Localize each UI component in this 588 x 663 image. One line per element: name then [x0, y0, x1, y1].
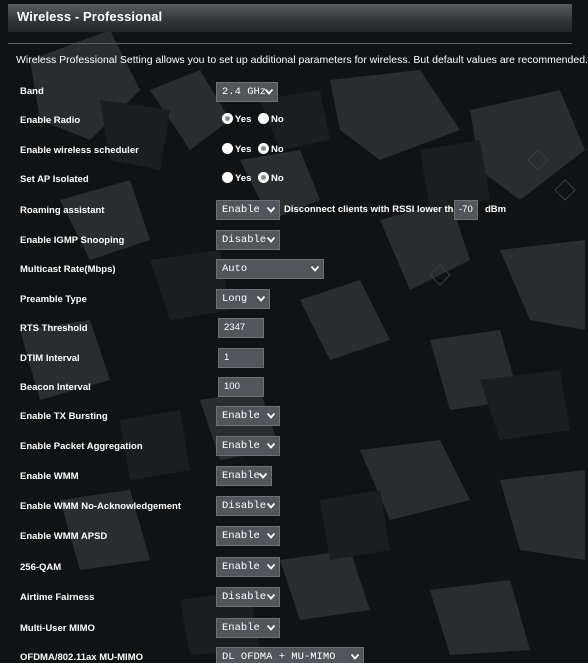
- band-label: Band: [20, 86, 44, 97]
- roaming-assistant-select[interactable]: Enable: [216, 200, 280, 220]
- enable-radio-no-text: No: [271, 114, 284, 125]
- chevron-down-icon: [351, 654, 359, 660]
- mu-mimo-select-value: Enable: [222, 622, 260, 634]
- rssi-input[interactable]: -70: [454, 200, 478, 220]
- igmp-snooping-label: Enable IGMP Snooping: [20, 235, 125, 246]
- chevron-down-icon: [267, 443, 275, 449]
- ofdma-select-value: DL OFDMA + MU-MIMO: [222, 651, 336, 663]
- wireless-scheduler-label: Enable wireless scheduler: [20, 145, 139, 156]
- chevron-down-icon: [267, 237, 275, 243]
- chevron-down-icon: [311, 266, 319, 272]
- qam256-select[interactable]: Enable: [216, 557, 280, 577]
- multicast-rate-select[interactable]: Auto: [216, 259, 324, 279]
- wmm-no-ack-select-value: Disable: [222, 500, 267, 512]
- chevron-down-icon: [267, 625, 275, 631]
- preamble-type-select[interactable]: Long: [216, 289, 270, 309]
- chevron-down-icon: [267, 564, 275, 570]
- wireless-scheduler-options: Yes No: [222, 143, 288, 157]
- chevron-down-icon: [267, 533, 275, 539]
- wmm-no-ack-select[interactable]: Disable: [216, 496, 280, 516]
- settings-content: Wireless - Professional Wireless Profess…: [0, 0, 588, 663]
- ap-isolated-options: Yes No: [222, 172, 288, 186]
- ap-isolated-yes-text: Yes: [235, 173, 252, 184]
- beacon-interval-label: Beacon Interval: [20, 382, 91, 393]
- ap-isolated-no-text: No: [271, 173, 284, 184]
- rts-threshold-input[interactable]: 2347: [218, 318, 264, 338]
- ofdma-label: OFDMA/802.11ax MU-MIMO: [20, 652, 143, 663]
- wireless-scheduler-no-radio[interactable]: [258, 143, 270, 154]
- wireless-scheduler-yes-text: Yes: [235, 144, 252, 155]
- qam256-label: 256-QAM: [20, 562, 62, 573]
- igmp-snooping-select[interactable]: Disable: [216, 230, 280, 250]
- wireless-scheduler-no-text: No: [271, 144, 284, 155]
- airtime-fairness-select-value: Disable: [222, 591, 267, 603]
- mu-mimo-select[interactable]: Enable: [216, 618, 280, 638]
- multicast-rate-select-value: Auto: [222, 263, 248, 275]
- ap-isolated-yes-radio[interactable]: [222, 172, 233, 183]
- band-select-value: 2.4 GHz: [222, 86, 267, 98]
- packet-aggregation-select-value: Enable: [222, 440, 260, 452]
- rts-threshold-label: RTS Threshold: [20, 323, 88, 334]
- title-divider: [8, 43, 572, 44]
- enable-radio-yes-text: Yes: [235, 114, 252, 125]
- chevron-down-icon: [267, 594, 275, 600]
- tx-bursting-select[interactable]: Enable: [216, 406, 280, 426]
- igmp-snooping-select-value: Disable: [222, 234, 267, 246]
- airtime-fairness-select[interactable]: Disable: [216, 587, 280, 607]
- beacon-interval-input[interactable]: 100: [218, 377, 264, 397]
- wireless-professional-panel: Wireless - Professional Wireless Profess…: [0, 0, 588, 663]
- band-select[interactable]: 2.4 GHz: [216, 82, 278, 102]
- wmm-label: Enable WMM: [20, 471, 79, 482]
- qam256-select-value: Enable: [222, 561, 260, 573]
- ap-isolated-no-radio[interactable]: [258, 172, 270, 183]
- wmm-select[interactable]: Enable: [216, 466, 272, 486]
- roaming-assistant-label: Roaming assistant: [20, 205, 105, 216]
- packet-aggregation-label: Enable Packet Aggregation: [20, 441, 143, 452]
- chevron-down-icon: [257, 296, 265, 302]
- wmm-apsd-select[interactable]: Enable: [216, 526, 280, 546]
- preamble-type-label: Preamble Type: [20, 294, 87, 305]
- preamble-type-select-value: Long: [222, 293, 248, 305]
- chevron-down-icon: [259, 473, 267, 479]
- tx-bursting-label: Enable TX Bursting: [20, 411, 108, 422]
- ap-isolated-label: Set AP Isolated: [20, 174, 89, 185]
- wmm-no-ack-label: Enable WMM No-Acknowledgement: [20, 501, 181, 512]
- tx-bursting-select-value: Enable: [222, 410, 260, 422]
- wmm-select-value: Enable: [222, 470, 260, 482]
- enable-radio-yes-radio[interactable]: [222, 113, 233, 124]
- enable-radio-no-radio[interactable]: [258, 113, 270, 124]
- mu-mimo-label: Multi-User MIMO: [20, 623, 95, 634]
- enable-radio-options: Yes No: [222, 113, 288, 127]
- airtime-fairness-label: Airtime Fairness: [20, 592, 95, 603]
- page-title: Wireless - Professional: [8, 4, 572, 32]
- roaming-assistant-select-value: Enable: [222, 204, 260, 216]
- dtim-interval-input[interactable]: 1: [218, 348, 264, 368]
- wireless-scheduler-yes-radio[interactable]: [222, 143, 233, 154]
- chevron-down-icon: [267, 503, 275, 509]
- enable-radio-label: Enable Radio: [20, 115, 81, 126]
- page-description: Wireless Professional Setting allows you…: [16, 54, 588, 66]
- dtim-interval-label: DTIM Interval: [20, 353, 80, 364]
- ofdma-select[interactable]: DL OFDMA + MU-MIMO: [216, 647, 364, 663]
- rssi-unit: dBm: [485, 204, 507, 215]
- rssi-description: Disconnect clients with RSSI lower than …: [284, 204, 471, 215]
- packet-aggregation-select[interactable]: Enable: [216, 436, 280, 456]
- wmm-apsd-select-value: Enable: [222, 530, 260, 542]
- chevron-down-icon: [267, 207, 275, 213]
- multicast-rate-label: Multicast Rate(Mbps): [20, 264, 116, 275]
- chevron-down-icon: [267, 413, 275, 419]
- chevron-down-icon: [265, 89, 273, 95]
- wmm-apsd-label: Enable WMM APSD: [20, 531, 108, 542]
